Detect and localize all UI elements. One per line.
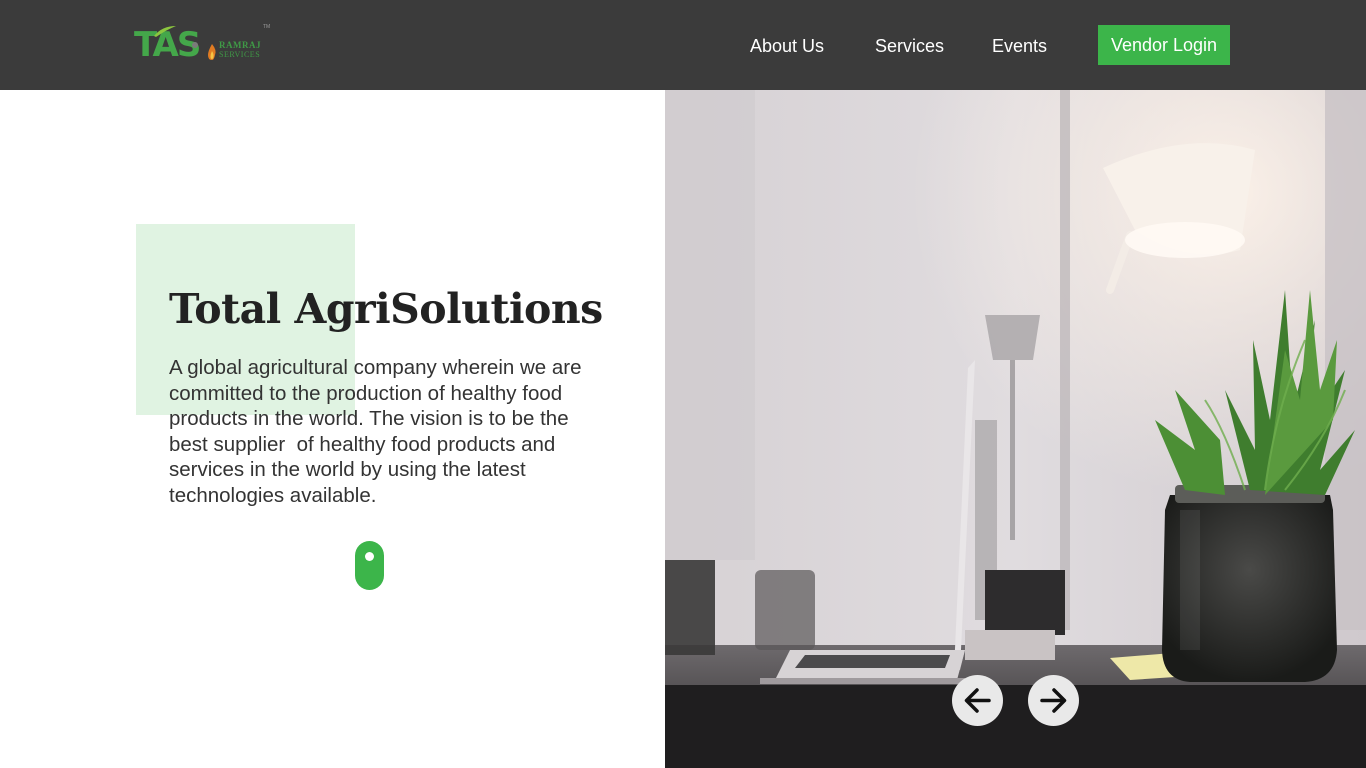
scroll-down-indicator[interactable]: [355, 541, 384, 590]
mouse-wheel-icon: [365, 552, 374, 561]
nav-services[interactable]: Services: [875, 35, 944, 57]
hero-photo: [665, 90, 1366, 768]
nav-about-us[interactable]: About Us: [750, 35, 824, 57]
hero-title: Total AgriSolutions: [169, 285, 603, 333]
vendor-login-button[interactable]: Vendor Login: [1098, 25, 1230, 65]
carousel-next-button[interactable]: [1028, 675, 1079, 726]
nav-events[interactable]: Events: [992, 35, 1047, 57]
main-nav: About Us Services Events Vendor Login: [0, 0, 1366, 90]
site-header: TAS RAMRAJ SERVICES TM About Us Services…: [0, 0, 1366, 90]
carousel-prev-button[interactable]: [952, 675, 1003, 726]
workspace-photo-illustration: [665, 90, 1366, 768]
arrow-left-icon: [964, 688, 991, 713]
hero-description: A global agricultural company wherein we…: [169, 356, 588, 507]
arrow-right-icon: [1040, 688, 1067, 713]
